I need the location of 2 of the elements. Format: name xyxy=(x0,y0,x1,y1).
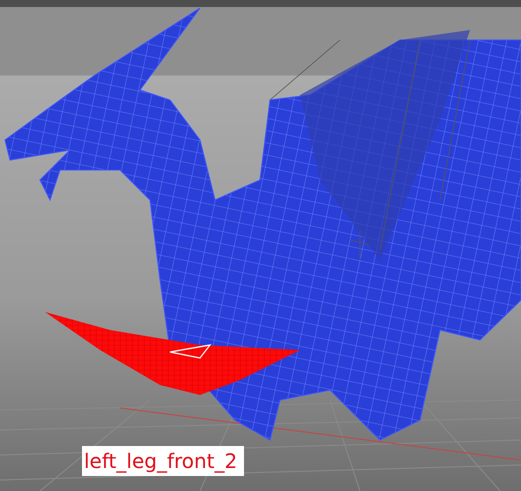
bone-name-label: left_leg_front_2 xyxy=(82,446,244,476)
3d-viewport[interactable]: left_leg_front_2 xyxy=(0,0,521,491)
